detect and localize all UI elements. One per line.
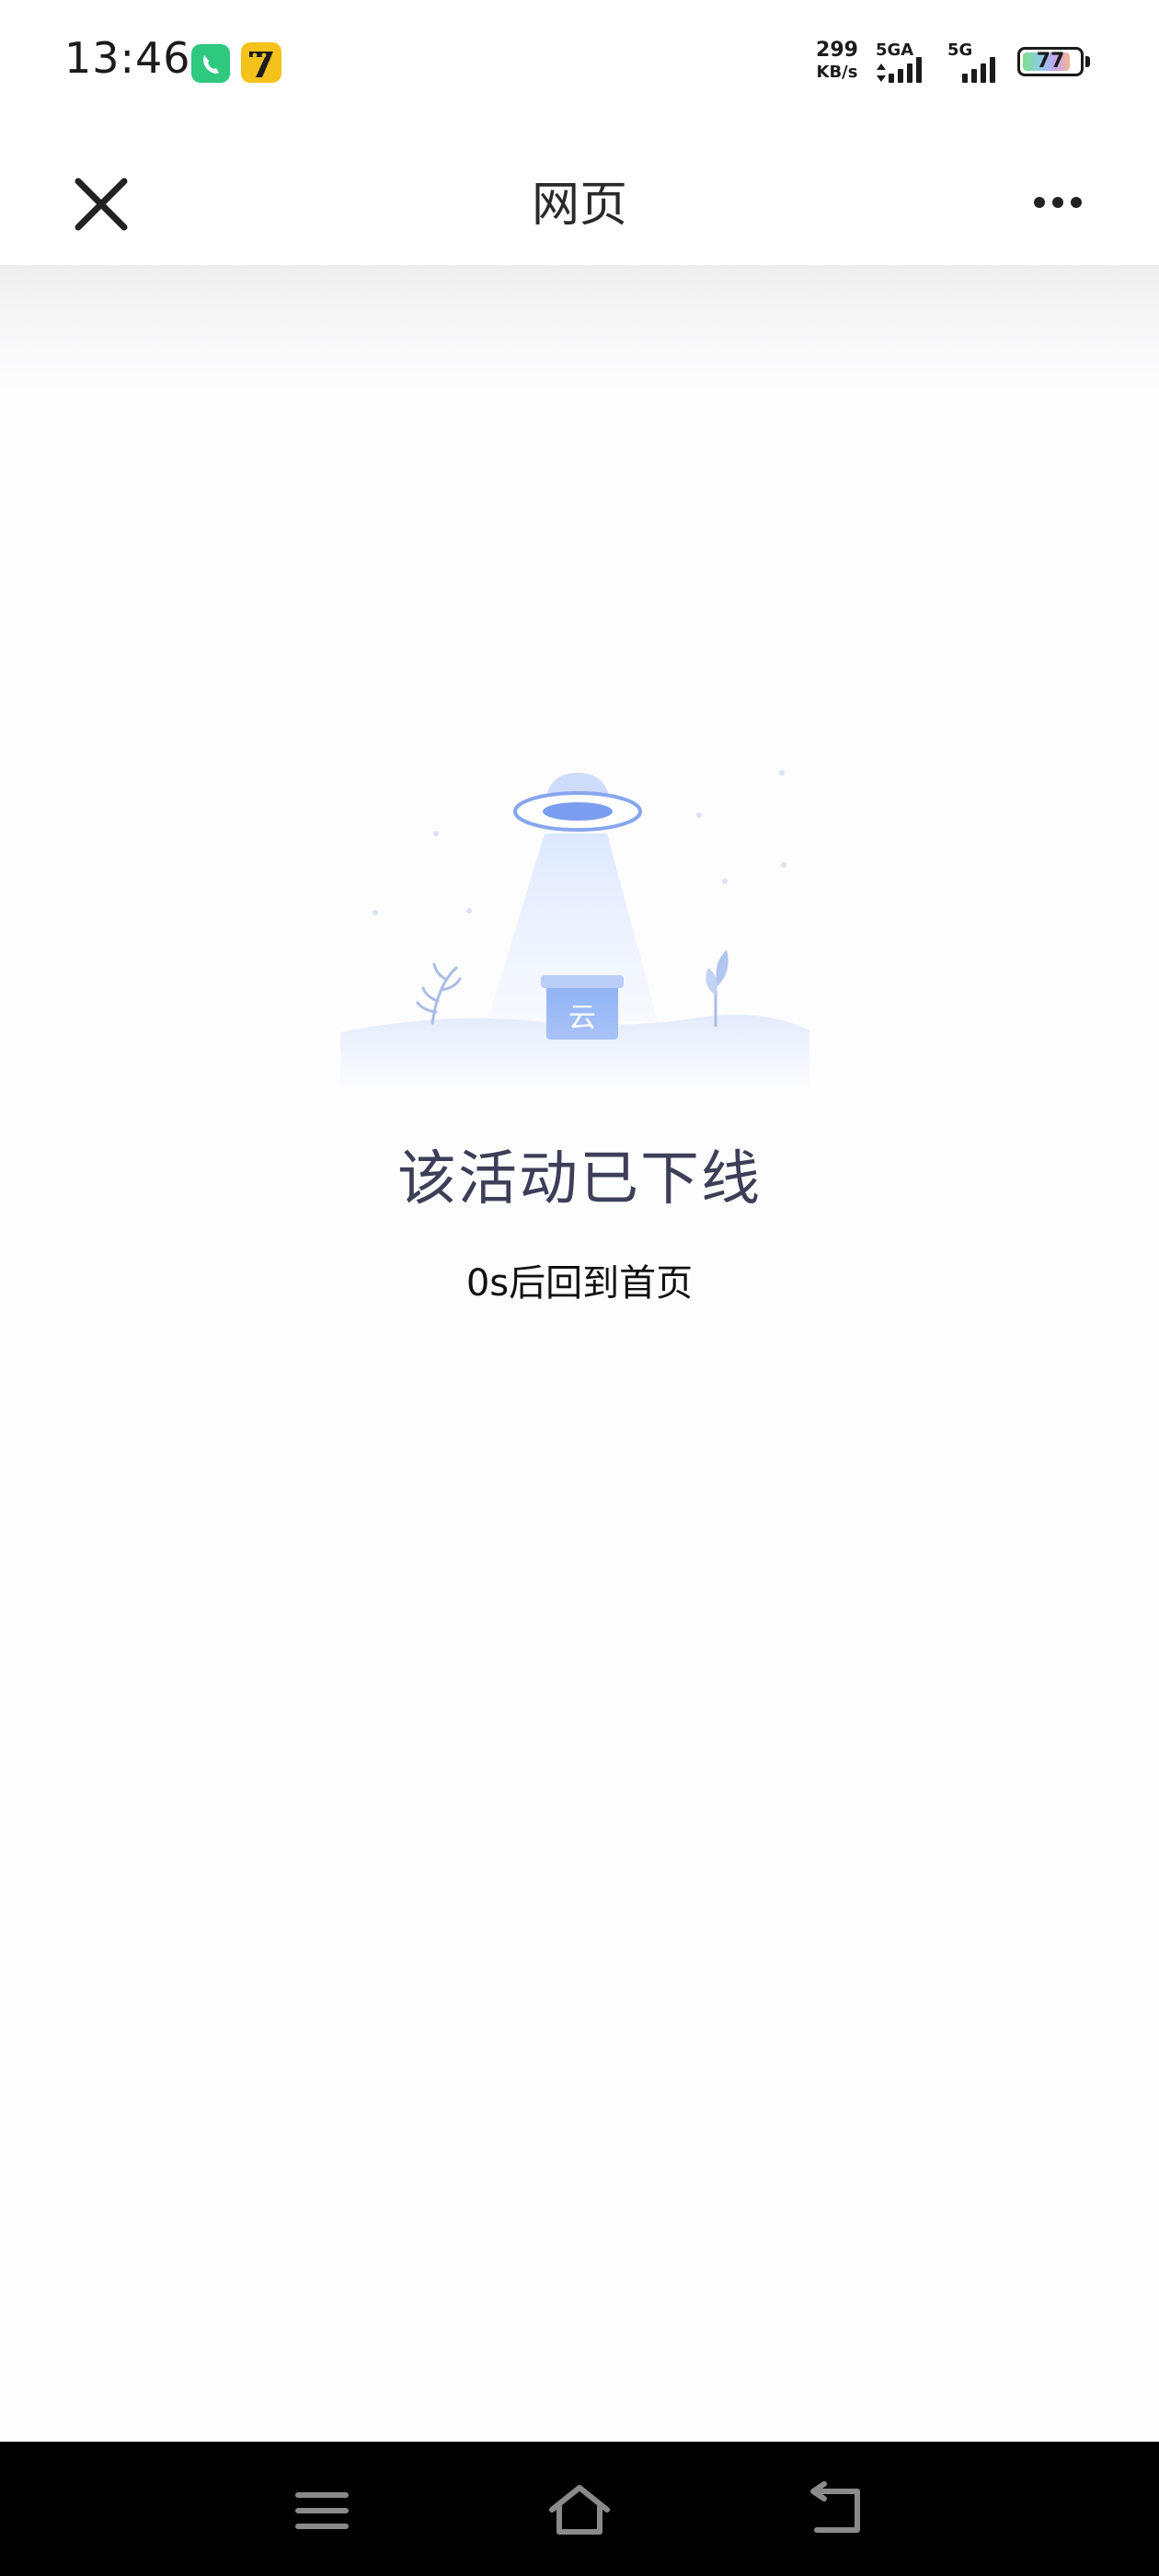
network-speed-unit: KB/s <box>816 63 858 82</box>
seven-cat-app-icon <box>241 42 281 83</box>
title-bar: 网页 <box>0 129 1159 265</box>
system-nav-bar <box>0 2442 1159 2576</box>
status-bar: 13:46 299 KB/s 5GA 5G 77 <box>0 0 1159 129</box>
network-speed-value: 299 <box>816 39 858 62</box>
phone-app-icon <box>191 44 230 83</box>
box-label: 云 <box>568 1002 596 1034</box>
status-time: 13:46 <box>64 33 191 83</box>
redirect-countdown: 0s后回到首页 <box>465 1262 694 1305</box>
offline-illustration: 云 <box>340 754 819 1086</box>
more-button[interactable] <box>1012 166 1104 239</box>
header-shadow <box>0 265 1159 394</box>
home-icon <box>549 2485 610 2535</box>
signal1-bars <box>889 55 922 83</box>
page-title: 网页 <box>531 178 627 233</box>
close-button[interactable] <box>55 156 147 248</box>
more-dots-icon <box>1034 197 1082 208</box>
offline-message: 该活动已下线 <box>397 1145 762 1213</box>
home-button[interactable] <box>543 2478 616 2543</box>
battery-level: 77 <box>1036 50 1065 73</box>
ufo-beam-box-illustration: 云 <box>340 770 809 1086</box>
signal2-bars <box>962 55 995 83</box>
back-icon <box>810 2481 860 2533</box>
webview-page: 13:46 299 KB/s 5GA 5G 77 网页 云 该活动已下线 0s后… <box>0 0 1159 2576</box>
close-icon <box>75 178 128 231</box>
menu-icon <box>295 2492 349 2529</box>
back-button[interactable] <box>800 2478 874 2543</box>
data-arrows-icon <box>877 63 886 82</box>
menu-button[interactable] <box>285 2478 359 2543</box>
battery-indicator: 77 <box>1017 47 1084 76</box>
battery-cap <box>1085 56 1090 67</box>
network-speed: 299 KB/s <box>809 40 865 81</box>
